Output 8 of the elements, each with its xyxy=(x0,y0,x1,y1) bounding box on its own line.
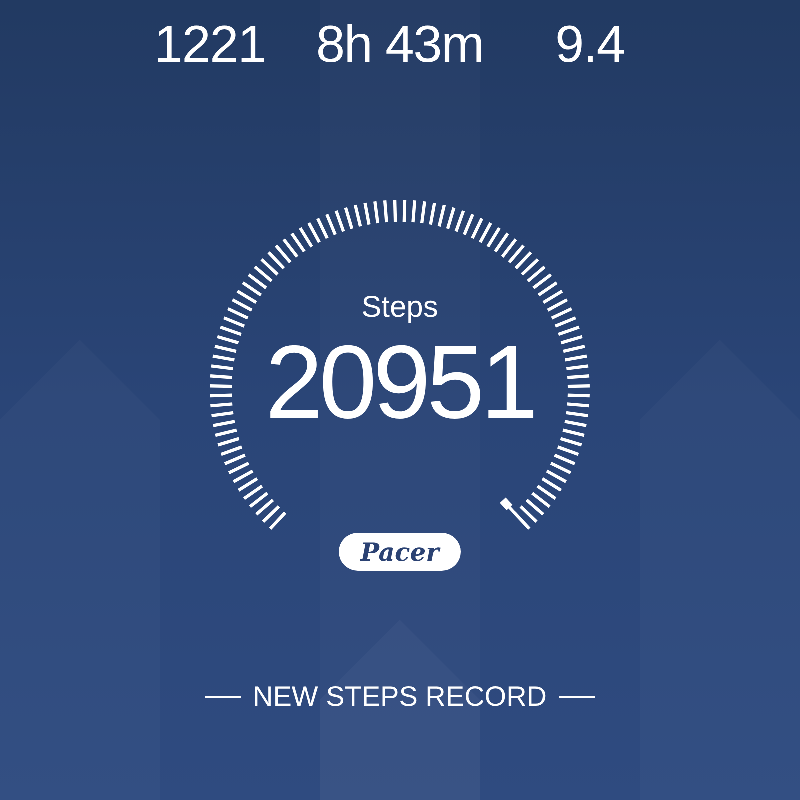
record-title: NEW STEPS RECORD xyxy=(252,680,548,714)
steps-count: 20951 xyxy=(265,328,535,438)
steps-label: Steps xyxy=(362,290,438,326)
stat-value: 8h 43m xyxy=(316,16,484,76)
gauge-marker xyxy=(500,498,520,518)
brand-logo: Pacer xyxy=(339,533,461,571)
stat-value: 9.4 xyxy=(555,16,625,76)
stat-value: 1221 xyxy=(154,16,266,76)
